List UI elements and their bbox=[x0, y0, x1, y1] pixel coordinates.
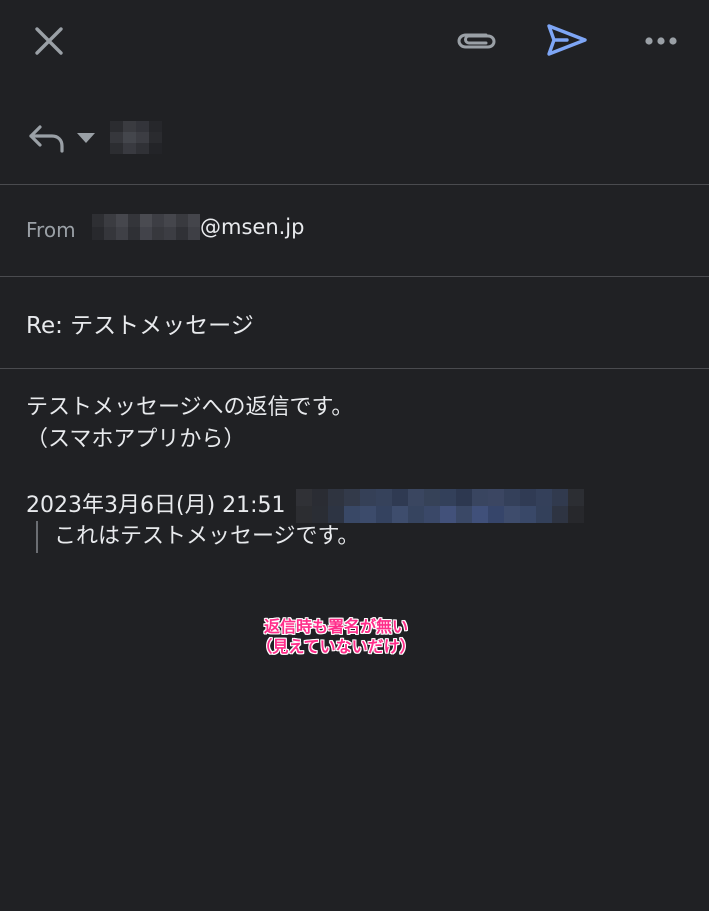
quoted-message: これはテストメッセージです。 bbox=[54, 524, 360, 549]
close-icon bbox=[35, 27, 63, 55]
annotation-line: 返信時も署名が無い bbox=[263, 617, 408, 636]
from-email-domain: @msen.jp bbox=[200, 215, 305, 239]
send-button[interactable] bbox=[540, 16, 594, 64]
annotation-line: （見えていないだけ） bbox=[256, 637, 416, 656]
more-horizontal-icon bbox=[645, 37, 677, 45]
quote-datetime: 2023年3月6日(月) 21:51 bbox=[26, 493, 286, 518]
reply-recipient-selector[interactable] bbox=[26, 110, 162, 166]
compose-toolbar bbox=[0, 0, 709, 80]
body-line: （スマホアプリから） bbox=[26, 427, 246, 452]
redacted-email-user bbox=[92, 214, 200, 240]
quote-header: 2023年3月6日(月) 21:51 bbox=[26, 489, 584, 523]
attach-button[interactable] bbox=[452, 20, 502, 62]
redacted-recipient-name bbox=[110, 121, 162, 155]
reply-icon bbox=[26, 118, 72, 158]
divider bbox=[0, 276, 709, 277]
more-options-button[interactable] bbox=[638, 20, 684, 62]
divider bbox=[0, 368, 709, 369]
body-line: テストメッセージへの返信です。 bbox=[26, 395, 354, 420]
annotation-overlay: 返信時も署名が無い （見えていないだけ） bbox=[236, 617, 436, 657]
close-button[interactable] bbox=[28, 20, 70, 62]
redacted-quote-sender bbox=[295, 489, 584, 523]
from-label: From bbox=[26, 218, 76, 242]
quote-bar bbox=[36, 521, 38, 553]
caret-down-icon bbox=[76, 128, 102, 148]
message-body[interactable]: テストメッセージへの返信です。 （スマホアプリから） bbox=[26, 392, 686, 456]
from-field[interactable]: From @msen.jp bbox=[0, 186, 709, 276]
divider bbox=[0, 184, 709, 185]
compose-screen: From @msen.jp Re: テストメッセージ テストメッセージへの返信で… bbox=[0, 0, 709, 911]
subject-field[interactable]: Re: テストメッセージ bbox=[26, 306, 254, 340]
send-icon bbox=[547, 24, 587, 56]
paperclip-icon bbox=[457, 33, 496, 49]
from-address: @msen.jp bbox=[92, 214, 304, 240]
